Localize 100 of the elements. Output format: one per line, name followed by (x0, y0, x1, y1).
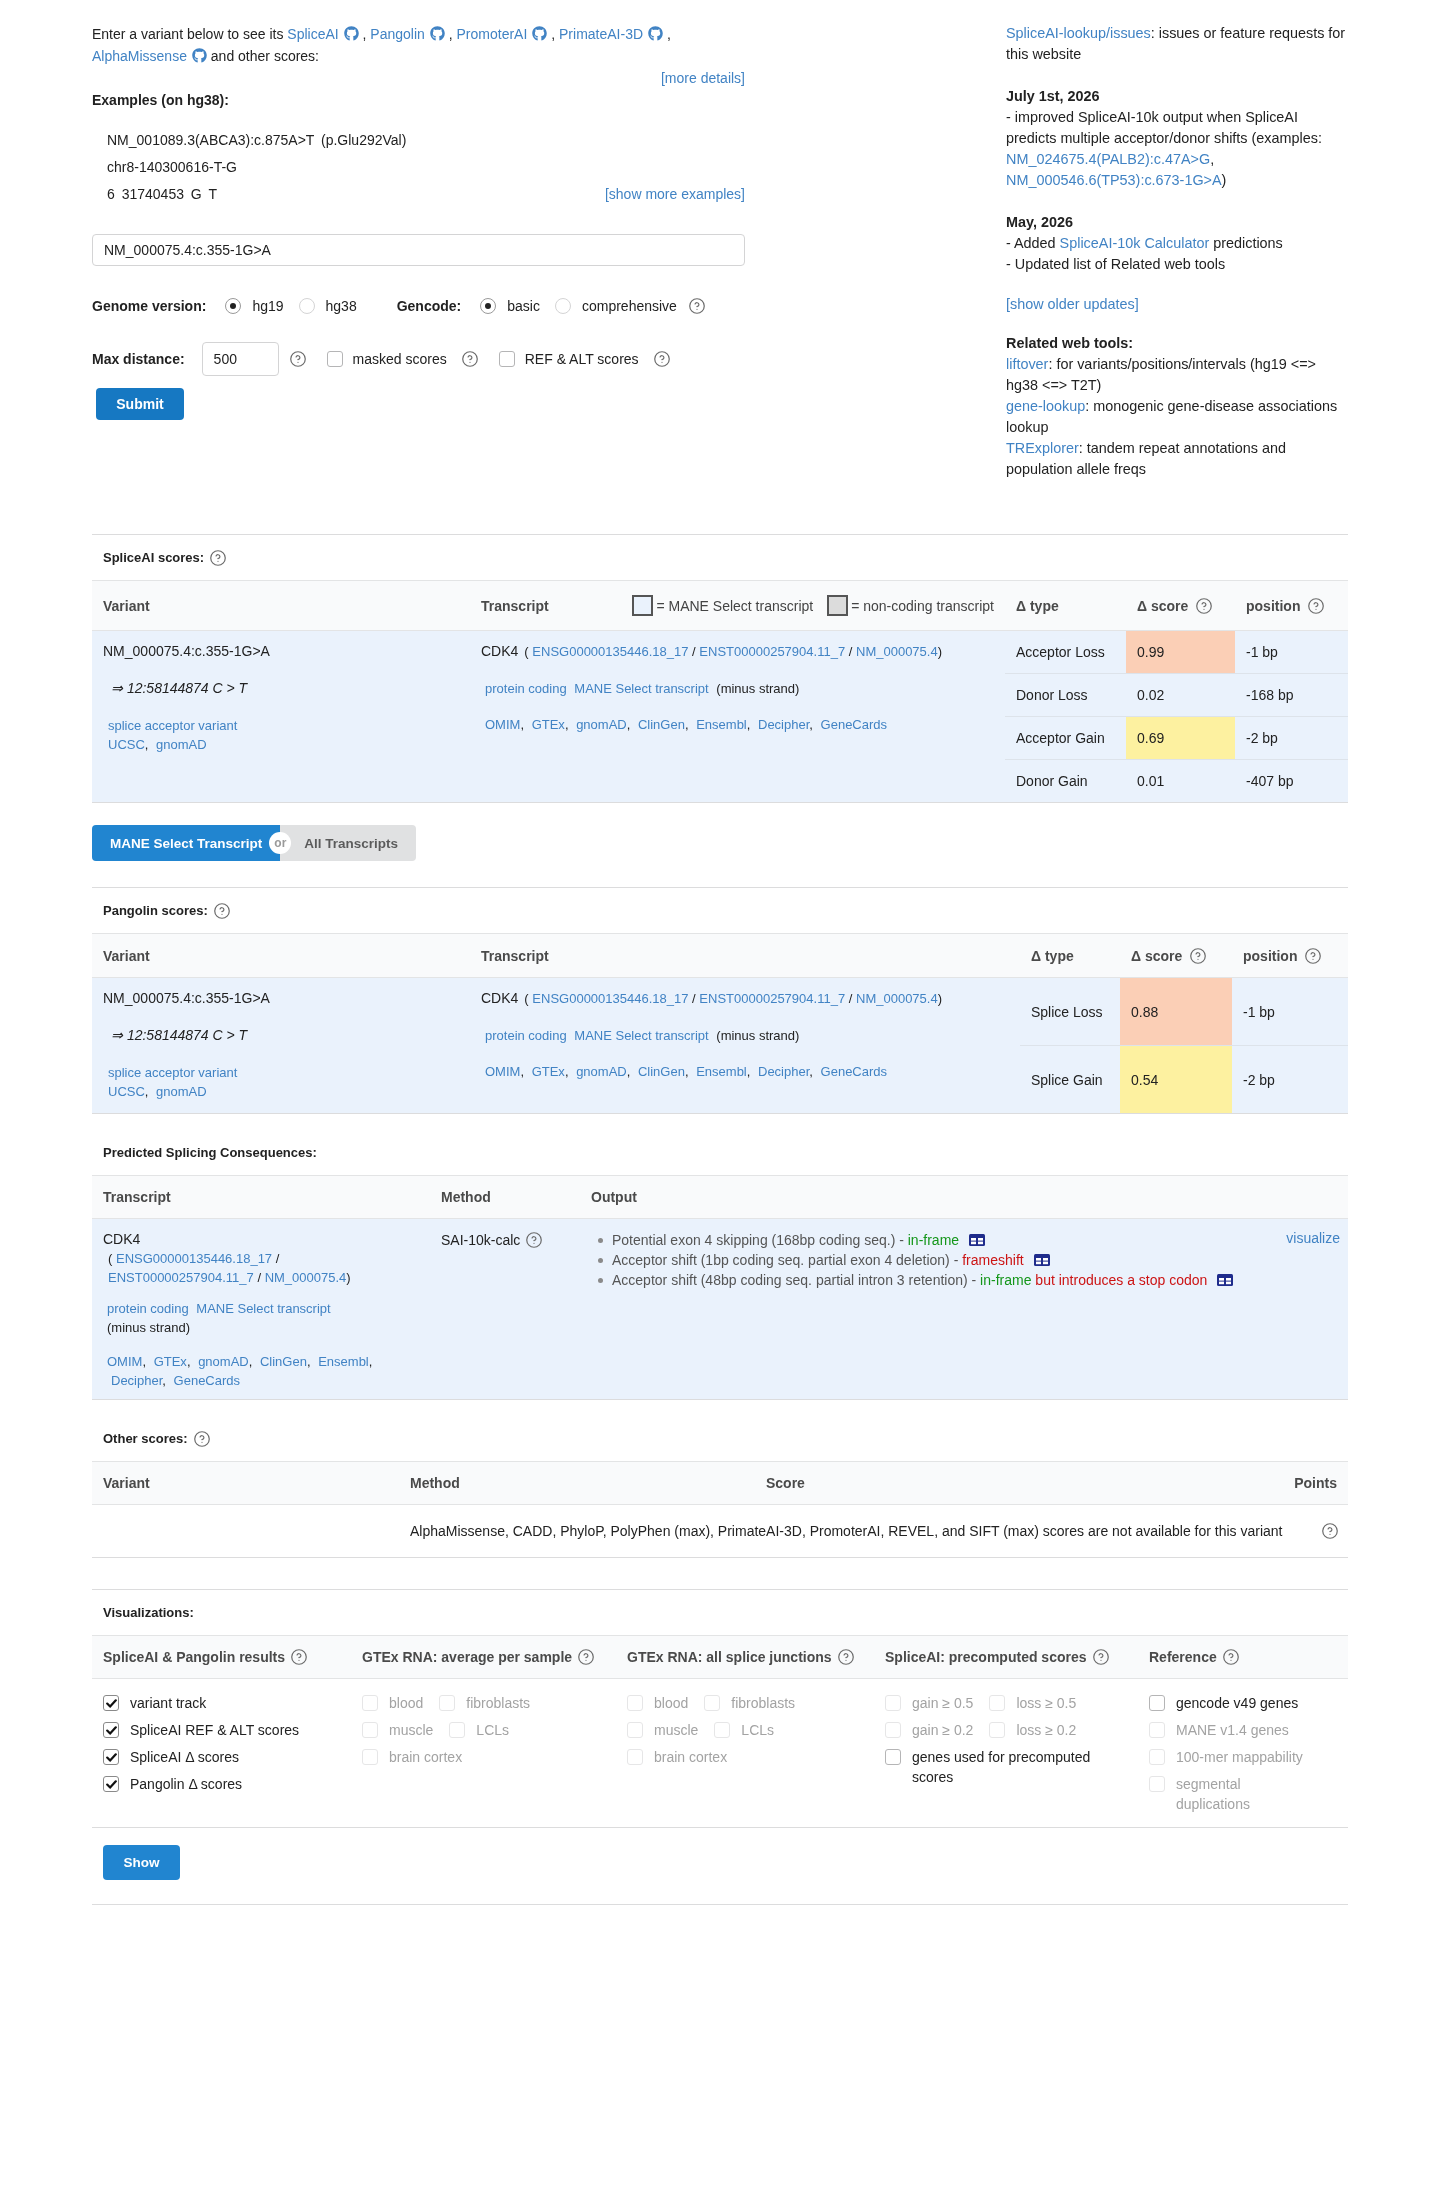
checkbox[interactable] (1149, 1695, 1165, 1711)
checkbox[interactable] (326, 351, 343, 367)
tool-link[interactable]: liftover (1006, 356, 1049, 372)
transcript-id-link[interactable]: ENSG00000135446.18_17 (532, 644, 689, 659)
transcript-id-link[interactable]: ENSG00000135446.18_17 (532, 991, 689, 1006)
tool-link[interactable]: Pangolin (370, 26, 425, 42)
resource-link[interactable]: ClinGen (637, 1064, 685, 1079)
resource-link[interactable]: Decipher (758, 1064, 810, 1079)
radio-label[interactable]: basic (507, 296, 540, 316)
resource-link[interactable]: UCSC (108, 1084, 145, 1099)
checkbox[interactable] (498, 351, 515, 367)
resource-link[interactable]: GTEx (531, 1064, 565, 1079)
resource-link[interactable]: UCSC (108, 737, 145, 752)
checkbox-label[interactable]: variant track (130, 1693, 207, 1713)
radio-button[interactable] (480, 298, 497, 314)
transcript-id-link[interactable]: NM_000075.4 (264, 1270, 347, 1285)
checkbox-label[interactable]: genes used for precomputed scores (912, 1747, 1118, 1787)
checkbox-label[interactable]: gencode v49 genes (1176, 1693, 1299, 1713)
example-link[interactable]: NM_024675.4(PALB2):c.47A>G (1006, 151, 1211, 167)
resource-link[interactable]: Ensembl (318, 1354, 369, 1369)
transcript-tag-link[interactable]: protein coding (107, 1301, 189, 1316)
transcript-id-link[interactable]: ENSG00000135446.18_17 (115, 1251, 273, 1266)
resource-link[interactable]: Ensembl (696, 717, 747, 732)
max-distance-input[interactable]: 500 (201, 342, 279, 376)
github-icon[interactable] (191, 48, 207, 63)
show-button[interactable]: Show (103, 1845, 180, 1880)
example-variant[interactable]: 6 31740453 G T (107, 185, 217, 202)
transcript-tag-link[interactable]: protein coding (485, 681, 567, 696)
checkbox[interactable] (103, 1776, 119, 1792)
resource-link[interactable]: gnomAD (576, 717, 627, 732)
help-icon[interactable] (289, 351, 306, 367)
resource-link[interactable]: gnomAD (576, 1064, 627, 1079)
transcript-tag-link[interactable]: MANE Select transcript (574, 1028, 709, 1043)
tool-link[interactable]: AlphaMissense (92, 48, 187, 64)
help-icon[interactable] (291, 1649, 308, 1665)
help-icon[interactable] (1308, 597, 1325, 614)
github-icon[interactable] (343, 26, 359, 41)
radio-label[interactable]: comprehensive (581, 296, 677, 316)
transcript-tag-link[interactable]: MANE Select transcript (196, 1301, 331, 1316)
help-icon[interactable] (213, 902, 230, 919)
example-link[interactable]: NM_000546.6(TP53):c.673-1G>A (1006, 172, 1222, 188)
consequence-link[interactable]: splice acceptor variant (108, 1065, 238, 1080)
checkbox-label[interactable]: REF & ALT scores (524, 349, 639, 369)
resource-link[interactable]: Ensembl (696, 1064, 747, 1079)
help-icon[interactable] (526, 1232, 543, 1248)
transcript-id-link[interactable]: ENST00000257904.11_7 (699, 644, 846, 659)
tool-link[interactable]: PrimateAI-3D (559, 26, 644, 42)
github-icon[interactable] (532, 26, 548, 41)
radio-label[interactable]: hg19 (252, 296, 284, 316)
resource-link[interactable]: GTEx (531, 717, 565, 732)
tool-link[interactable]: SpliceAI (287, 26, 339, 42)
checkbox[interactable] (885, 1749, 901, 1765)
variant-input[interactable]: NM_000075.4:c.355-1G>A (92, 234, 745, 266)
example-variant[interactable]: chr8-140300616-T-G (107, 158, 237, 175)
checkbox[interactable] (103, 1695, 119, 1711)
radio-label[interactable]: hg38 (325, 296, 357, 316)
transcript-id-link[interactable]: ENST00000257904.11_7 (699, 991, 846, 1006)
checkbox[interactable] (103, 1749, 119, 1765)
help-icon[interactable] (210, 549, 227, 566)
resource-link[interactable]: GTEx (153, 1354, 187, 1369)
help-icon[interactable] (653, 351, 670, 367)
tool-link[interactable]: PromoterAI (456, 26, 528, 42)
help-icon[interactable] (578, 1649, 595, 1665)
checkbox-label[interactable]: Pangolin Δ scores (130, 1774, 243, 1794)
table-icon[interactable] (1217, 1274, 1234, 1286)
transcript-tag-link[interactable]: protein coding (485, 1028, 567, 1043)
help-icon[interactable] (1196, 597, 1213, 614)
github-icon[interactable] (429, 26, 445, 41)
resource-link[interactable]: ClinGen (259, 1354, 307, 1369)
help-icon[interactable] (1322, 1523, 1338, 1539)
transcript-tag-link[interactable]: MANE Select transcript (574, 681, 709, 696)
help-icon[interactable] (837, 1649, 854, 1665)
radio-button[interactable] (554, 298, 571, 314)
radio-button[interactable] (225, 298, 242, 314)
resource-link[interactable]: GeneCards (173, 1373, 241, 1388)
example-variant[interactable]: NM_001089.3(ABCA3):c.875A>T (p.Glu292Val) (107, 131, 407, 148)
tool-link[interactable]: TRExplorer (1006, 440, 1079, 456)
resource-link[interactable]: Decipher (111, 1373, 163, 1388)
transcript-id-link[interactable]: NM_000075.4 (856, 991, 938, 1006)
help-icon[interactable] (1222, 1649, 1239, 1665)
radio-button[interactable] (298, 298, 315, 314)
transcript-id-link[interactable]: ENST00000257904.11_7 (108, 1270, 254, 1285)
help-icon[interactable] (461, 351, 478, 367)
more-details-link[interactable]: [more details] (660, 67, 745, 89)
checkbox-label[interactable]: SpliceAI Δ scores (130, 1747, 239, 1767)
help-icon[interactable] (688, 298, 705, 314)
transcript-id-link[interactable]: NM_000075.4 (856, 644, 938, 659)
resource-link[interactable]: GeneCards (820, 717, 888, 732)
help-icon[interactable] (1305, 947, 1322, 964)
resource-link[interactable]: gnomAD (198, 1354, 249, 1369)
table-icon[interactable] (1033, 1254, 1050, 1266)
help-icon[interactable] (1092, 1649, 1109, 1665)
checkbox[interactable] (103, 1722, 119, 1738)
help-icon[interactable] (1190, 947, 1207, 964)
older-updates-link[interactable]: [show older updates] (1006, 296, 1139, 312)
checkbox-label[interactable]: masked scores (352, 349, 447, 369)
issues-link[interactable]: SpliceAI-lookup/issues (1006, 25, 1151, 41)
consequence-link[interactable]: splice acceptor variant (108, 718, 238, 733)
table-icon[interactable] (969, 1234, 986, 1246)
submit-button[interactable]: Submit (96, 388, 184, 420)
